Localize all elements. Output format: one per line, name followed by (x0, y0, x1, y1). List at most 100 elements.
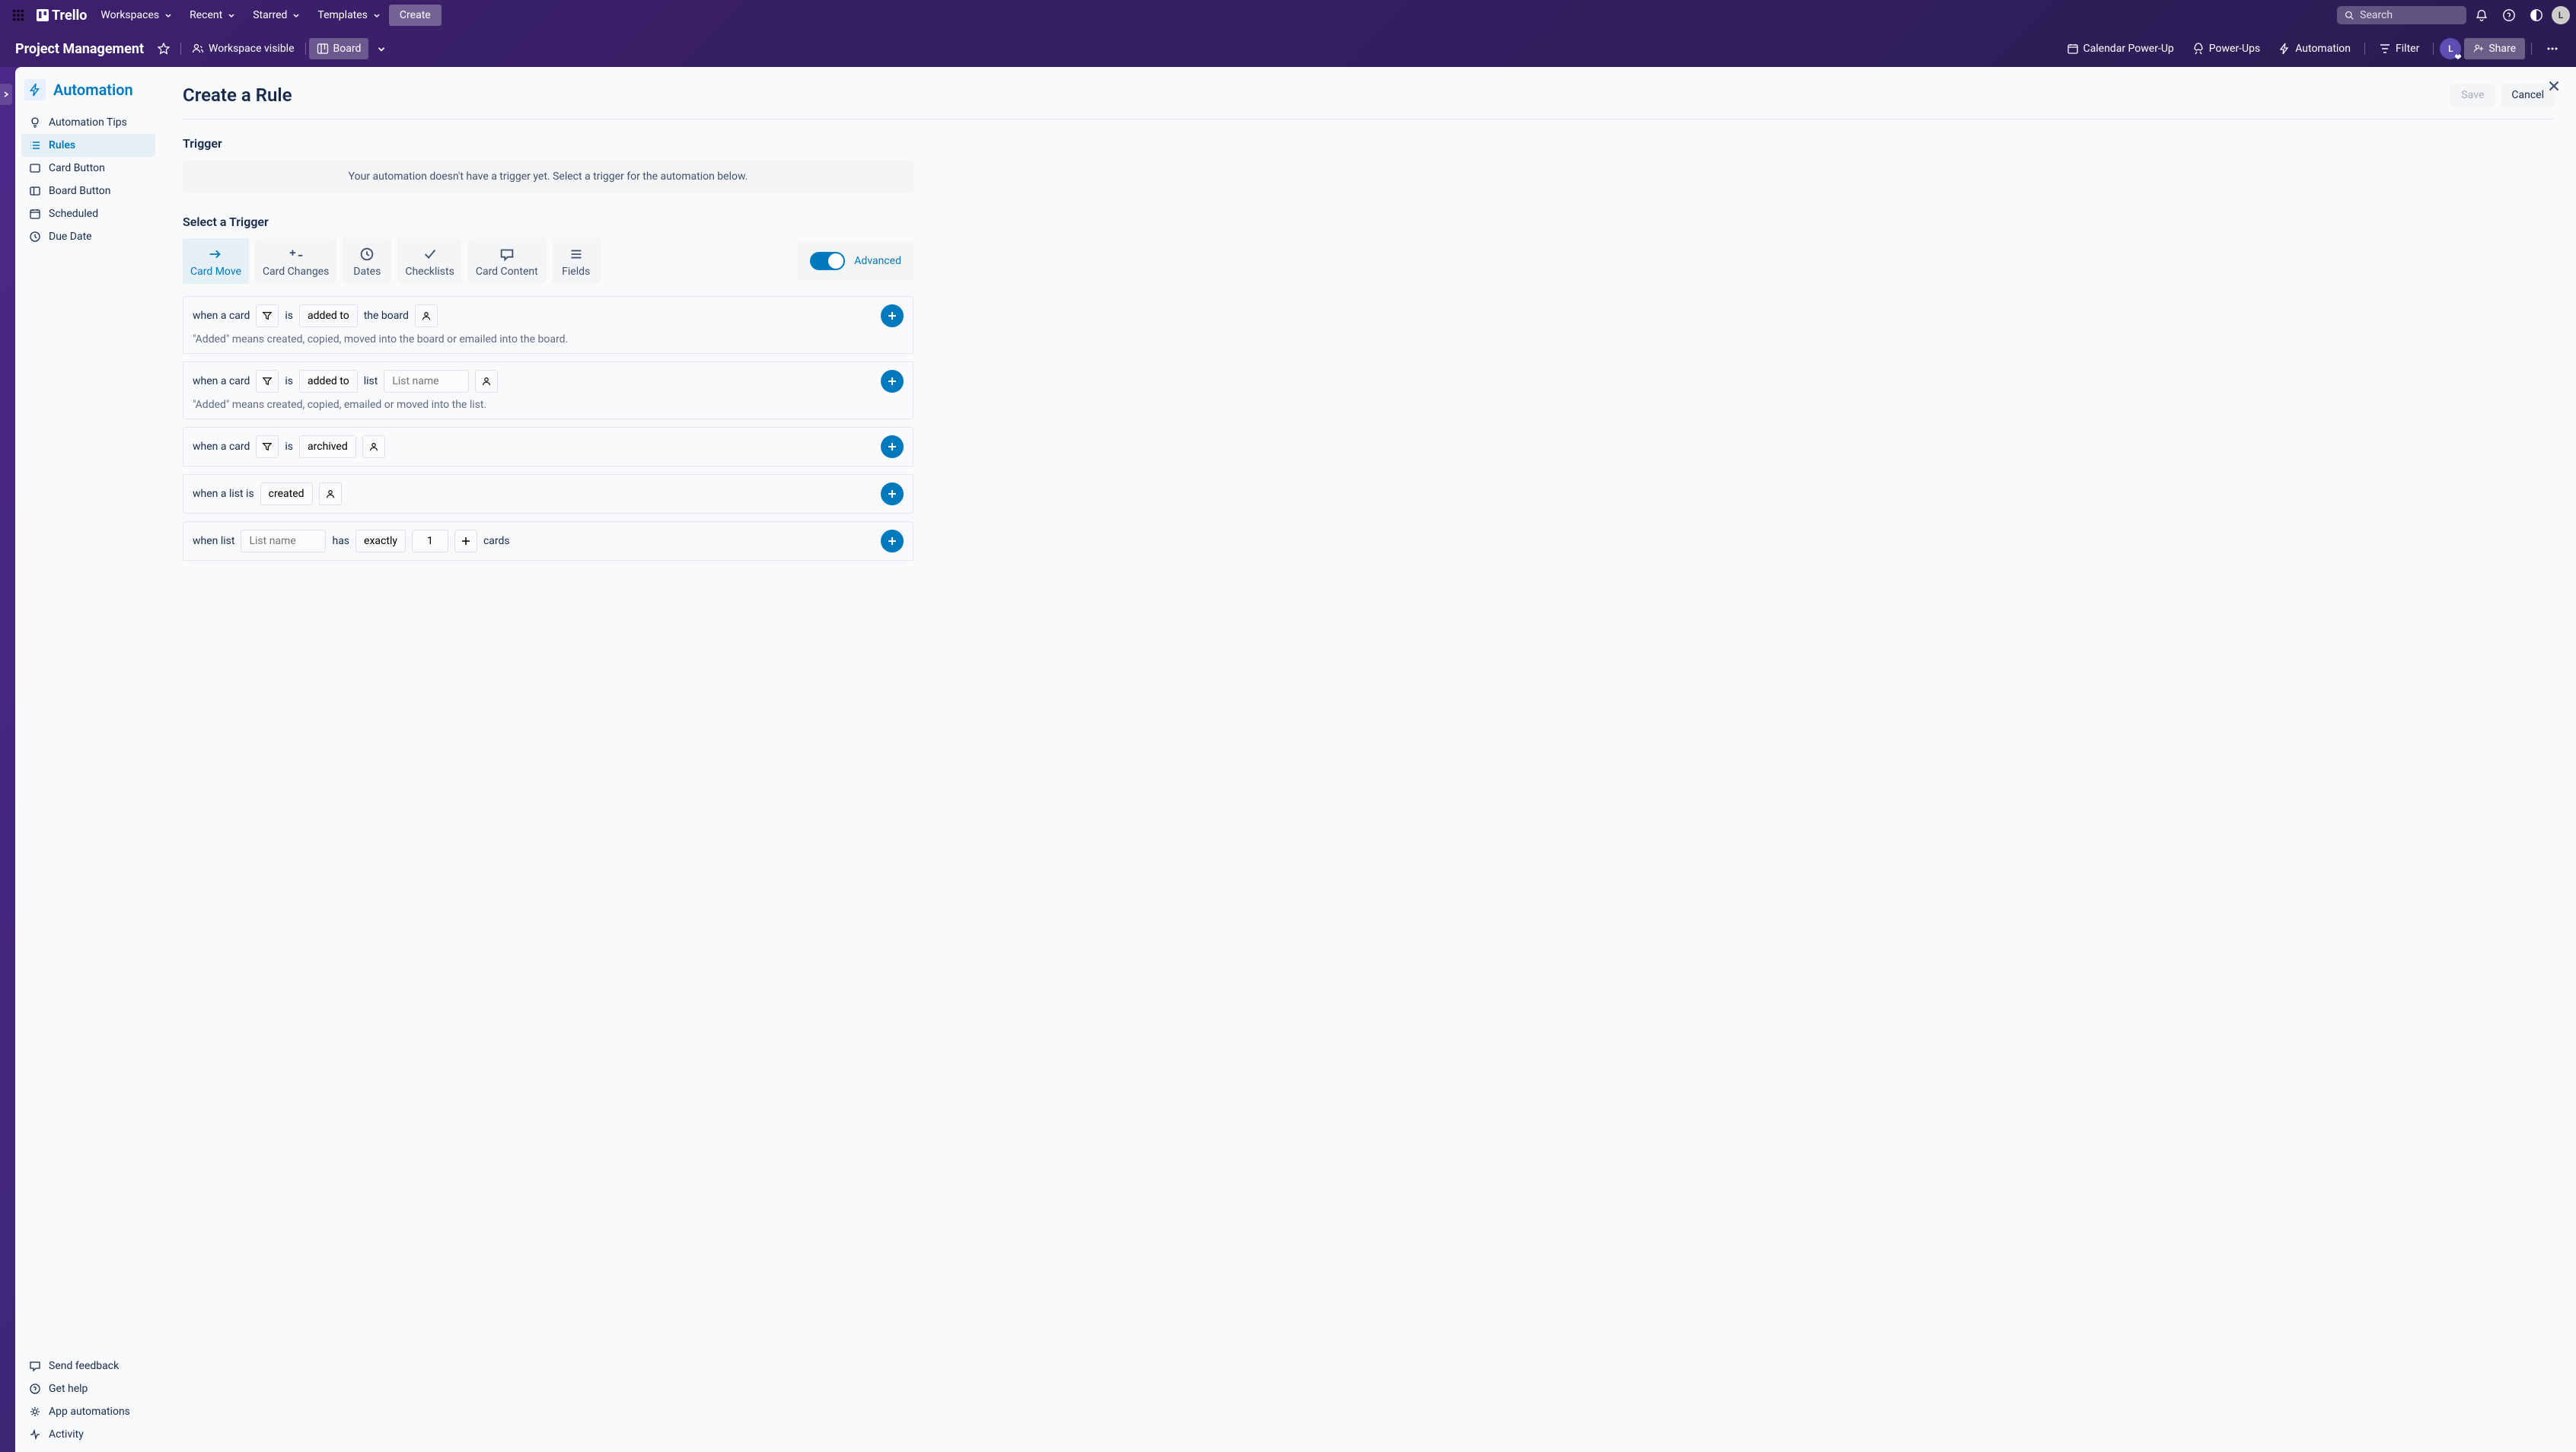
sidebar-item-activity[interactable]: Activity (21, 1423, 155, 1446)
workspace-visible-label: Workspace visible (209, 43, 294, 55)
by-user-pill[interactable] (319, 482, 342, 505)
sidebar-item-feedback[interactable]: Send feedback (21, 1355, 155, 1377)
nav-workspaces[interactable]: Workspaces (93, 5, 180, 26)
lightbulb-icon (29, 116, 41, 129)
board-menu-button[interactable] (2538, 37, 2567, 60)
user-avatar[interactable]: L (2552, 6, 2570, 24)
list-name-input-pill[interactable] (241, 530, 326, 552)
count-input-pill[interactable] (412, 530, 448, 552)
sidebar-item-rules[interactable]: Rules (21, 134, 155, 157)
action-pill[interactable]: added to (299, 370, 358, 393)
list-name-input[interactable] (249, 535, 317, 547)
member-avatar[interactable]: L (2440, 38, 2461, 59)
add-trigger-button[interactable] (881, 530, 904, 552)
page-title: Create a Rule (183, 84, 292, 106)
nav-label: Starred (253, 9, 287, 21)
nav-recent[interactable]: Recent (182, 5, 244, 26)
by-user-pill[interactable] (362, 435, 385, 458)
add-trigger-button[interactable] (881, 435, 904, 458)
sidebar-title-text: Automation (53, 81, 133, 99)
powerups-button[interactable]: Power-Ups (2185, 38, 2268, 59)
sidebar-item-app-automations[interactable]: App automations (21, 1400, 155, 1423)
sidebar-label: Automation Tips (49, 116, 127, 129)
filter-pill[interactable] (256, 304, 279, 327)
trigger-text: the board (364, 310, 409, 322)
notifications-button[interactable] (2469, 3, 2494, 27)
tab-card-move[interactable]: Card Move (183, 238, 249, 284)
sidebar-label: Card Button (49, 162, 105, 174)
filter-label: Filter (2396, 43, 2419, 55)
automation-icon (24, 79, 46, 100)
action-pill[interactable]: added to (299, 304, 358, 327)
sidebar-item-due-date[interactable]: Due Date (21, 225, 155, 248)
board-view-icon (317, 43, 329, 55)
funnel-icon (262, 441, 273, 452)
search-box[interactable] (2337, 6, 2466, 24)
header-actions: Save Cancel (2450, 84, 2555, 107)
count-input[interactable] (420, 535, 440, 547)
view-switch-button[interactable] (368, 39, 394, 59)
add-trigger-button[interactable] (881, 304, 904, 327)
sidebar-item-board-button[interactable]: Board Button (21, 180, 155, 202)
add-trigger-button[interactable] (881, 370, 904, 393)
board-view-button[interactable]: Board (309, 38, 369, 59)
comparison-pill[interactable]: exactly (355, 530, 406, 552)
close-button[interactable] (2546, 78, 2562, 97)
help-icon (2502, 8, 2516, 22)
automation-panel: Automation Automation Tips Rules Card Bu… (15, 67, 2576, 1452)
sidebar-label: Send feedback (49, 1360, 119, 1372)
sidebar-item-tips[interactable]: Automation Tips (21, 111, 155, 134)
by-user-pill[interactable] (475, 370, 498, 393)
filter-pill[interactable] (256, 435, 279, 458)
list-name-input-pill[interactable] (384, 370, 469, 393)
brand-logo[interactable]: Trello (37, 8, 87, 24)
star-button[interactable] (150, 38, 177, 59)
filter-pill[interactable] (256, 370, 279, 393)
action-pill[interactable]: archived (299, 435, 356, 458)
nav-starred[interactable]: Starred (245, 5, 308, 26)
advanced-label: Advanced (854, 255, 901, 267)
tab-dates[interactable]: Dates (343, 238, 391, 284)
tab-checklists[interactable]: Checklists (397, 238, 462, 284)
list-name-input[interactable] (392, 375, 461, 387)
sidebar-title: Automation (21, 79, 155, 111)
board-icon (29, 185, 41, 197)
trigger-help-text: "Added" means created, copied, emailed o… (193, 399, 904, 411)
create-button[interactable]: Create (389, 5, 442, 26)
tab-fields[interactable]: Fields (552, 238, 601, 284)
trigger-text: has (332, 535, 349, 547)
board-name[interactable]: Project Management (9, 41, 150, 57)
theme-button[interactable] (2524, 3, 2549, 27)
share-button[interactable]: Share (2464, 38, 2525, 59)
sidebar-item-scheduled[interactable]: Scheduled (21, 202, 155, 225)
more-options-pill[interactable] (454, 530, 477, 552)
chevron-right-icon (2, 91, 10, 98)
trigger-text: when a card (193, 375, 250, 387)
sidebar-item-card-button[interactable]: Card Button (21, 157, 155, 180)
calendar-powerup-button[interactable]: Calendar Power-Up (2059, 38, 2182, 59)
add-trigger-button[interactable] (881, 482, 904, 505)
apps-menu-button[interactable] (6, 3, 30, 27)
speech-icon (499, 246, 515, 263)
nav-templates[interactable]: Templates (310, 5, 389, 26)
sidebar-item-help[interactable]: Get help (21, 1377, 155, 1400)
bell-icon (2475, 8, 2488, 22)
trigger-text: cards (483, 535, 510, 547)
save-button[interactable]: Save (2450, 84, 2495, 107)
filter-button[interactable]: Filter (2371, 38, 2427, 59)
expand-sidebar-tab[interactable] (0, 84, 12, 105)
tab-card-changes[interactable]: Card Changes (255, 238, 336, 284)
by-user-pill[interactable] (415, 304, 438, 327)
help-button[interactable] (2497, 3, 2521, 27)
tab-card-content[interactable]: Card Content (468, 238, 546, 284)
sidebar-label: App automations (49, 1406, 130, 1418)
action-pill[interactable]: created (260, 482, 313, 505)
workspace-visible-button[interactable]: Workspace visible (184, 38, 301, 59)
trigger-text: is (285, 441, 293, 453)
user-add-icon (2473, 43, 2484, 54)
automation-button[interactable]: Automation (2271, 38, 2358, 59)
nav-right: L (2337, 3, 2570, 27)
advanced-toggle[interactable] (810, 252, 845, 270)
search-input[interactable] (2360, 9, 2459, 21)
help-icon (29, 1383, 41, 1395)
